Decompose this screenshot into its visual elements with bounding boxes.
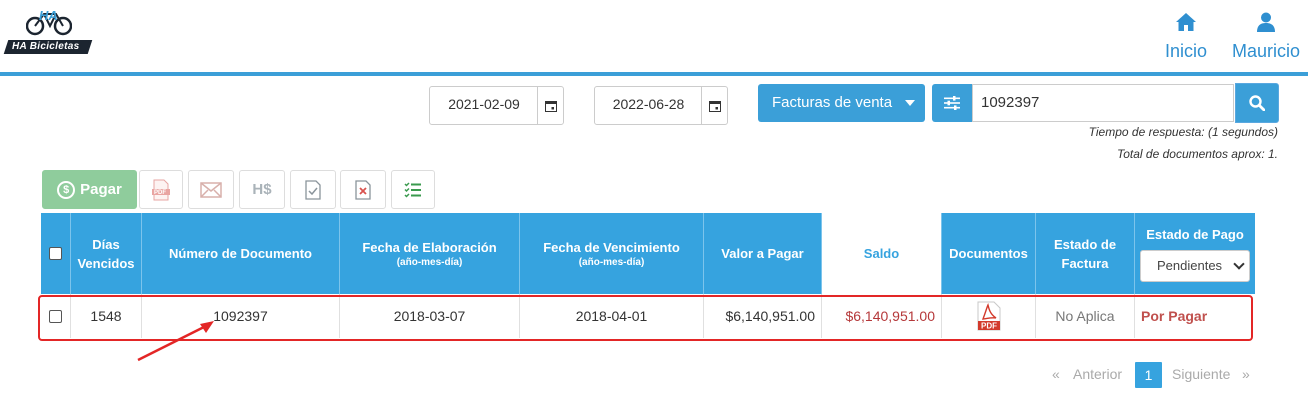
checklist-icon — [404, 181, 421, 198]
annotation-arrow-icon — [137, 321, 214, 362]
cell-amount: $6,140,951.00 — [704, 294, 822, 338]
calendar-icon[interactable] — [537, 87, 563, 124]
response-time-text: Tiempo de respuesta: (1 segundos) — [1088, 125, 1278, 139]
envelope-icon — [200, 181, 222, 198]
export-pdf-button[interactable]: PDF — [139, 170, 183, 209]
brand-name: HA Bicicletas — [3, 40, 93, 54]
header-amount[interactable]: Valor a Pagar — [704, 213, 822, 294]
hs-icon: H$ — [252, 181, 272, 198]
svg-text:PDF: PDF — [154, 190, 166, 196]
chevron-down-icon — [1233, 258, 1245, 270]
pagination-last[interactable]: » — [1242, 362, 1250, 386]
header-select-all — [41, 213, 71, 294]
payment-status-select[interactable]: Pendientes — [1140, 250, 1250, 282]
row-select-cell — [41, 294, 71, 338]
total-documents-text: Total de documentos aprox: 1. — [1117, 147, 1278, 161]
date-from-value: 2021-02-09 — [448, 96, 520, 112]
doc-type-label: Facturas de venta — [772, 94, 893, 111]
header-days-overdue[interactable]: Días Vencidos — [71, 213, 142, 294]
search-input[interactable]: 1092397 — [972, 84, 1234, 122]
nav-user-label: Mauricio — [1231, 41, 1301, 61]
header-creation-date[interactable]: Fecha de Elaboración (año-mes-día) — [340, 213, 520, 294]
payment-history-button[interactable]: H$ — [239, 170, 285, 209]
pagination-page-current[interactable]: 1 — [1135, 362, 1162, 388]
pdf-icon[interactable]: PDF — [977, 301, 1001, 331]
cell-due-date: 2018-04-01 — [520, 294, 704, 338]
svg-text:HA: HA — [39, 8, 58, 23]
cell-creation-date: 2018-03-07 — [340, 294, 520, 338]
filter-options-button[interactable] — [932, 84, 972, 122]
nav-user[interactable]: Mauricio — [1228, 12, 1304, 62]
pagination-prev[interactable]: Anterior — [1073, 362, 1122, 386]
nav-home[interactable]: Inicio — [1162, 12, 1210, 62]
date-from-field[interactable]: 2021-02-09 — [429, 86, 564, 125]
cell-balance: $6,140,951.00 — [822, 294, 942, 338]
brand-logo[interactable]: HA HA Bicicletas — [3, 6, 93, 56]
app-header: HA HA Bicicletas Inicio Mauricio — [0, 0, 1308, 72]
search-icon — [1249, 95, 1265, 111]
pay-button[interactable]: $ Pagar — [42, 170, 137, 209]
file-check-icon — [305, 179, 321, 200]
pdf-file-icon: PDF — [152, 179, 170, 200]
approve-document-button[interactable] — [290, 170, 336, 209]
user-icon — [1257, 12, 1275, 32]
cell-invoice-status: No Aplica — [1036, 294, 1135, 338]
calendar-icon[interactable] — [701, 87, 727, 124]
select-all-checkbox[interactable] — [49, 247, 62, 260]
header-documents: Documentos — [942, 213, 1036, 294]
bicycle-logo-icon: HA — [26, 8, 72, 36]
cell-documents: PDF — [942, 294, 1036, 338]
header-payment-status: Estado de Pago Pendientes — [1135, 213, 1255, 294]
date-to-field[interactable]: 2022-06-28 — [594, 86, 728, 125]
dollar-coin-icon: $ — [57, 180, 76, 199]
date-to-value: 2022-06-28 — [612, 96, 685, 112]
header-doc-number[interactable]: Número de Documento — [142, 213, 340, 294]
nav-home-label: Inicio — [1164, 41, 1208, 61]
send-email-button[interactable] — [188, 170, 234, 209]
row-checkbox[interactable] — [49, 309, 62, 323]
cell-payment-status: Por Pagar — [1141, 308, 1208, 324]
file-x-icon — [355, 179, 371, 200]
pagination-first[interactable]: « — [1052, 362, 1060, 386]
home-icon — [1176, 13, 1196, 31]
header-due-date[interactable]: Fecha de Vencimiento (año-mes-día) — [520, 213, 704, 294]
header-divider — [0, 72, 1308, 76]
reject-document-button[interactable] — [340, 170, 386, 209]
checklist-button[interactable] — [391, 170, 435, 209]
header-balance[interactable]: Saldo — [822, 213, 942, 294]
pay-label: Pagar — [80, 181, 122, 198]
svg-text:PDF: PDF — [981, 322, 997, 331]
doc-type-dropdown[interactable]: Facturas de venta — [758, 84, 925, 122]
cell-days-overdue: 1548 — [71, 294, 142, 338]
sliders-icon — [944, 96, 960, 110]
header-invoice-status[interactable]: Estado de Factura — [1036, 213, 1135, 294]
caret-down-icon — [905, 100, 915, 106]
search-button[interactable] — [1235, 83, 1279, 123]
pagination-next[interactable]: Siguiente — [1172, 362, 1230, 386]
